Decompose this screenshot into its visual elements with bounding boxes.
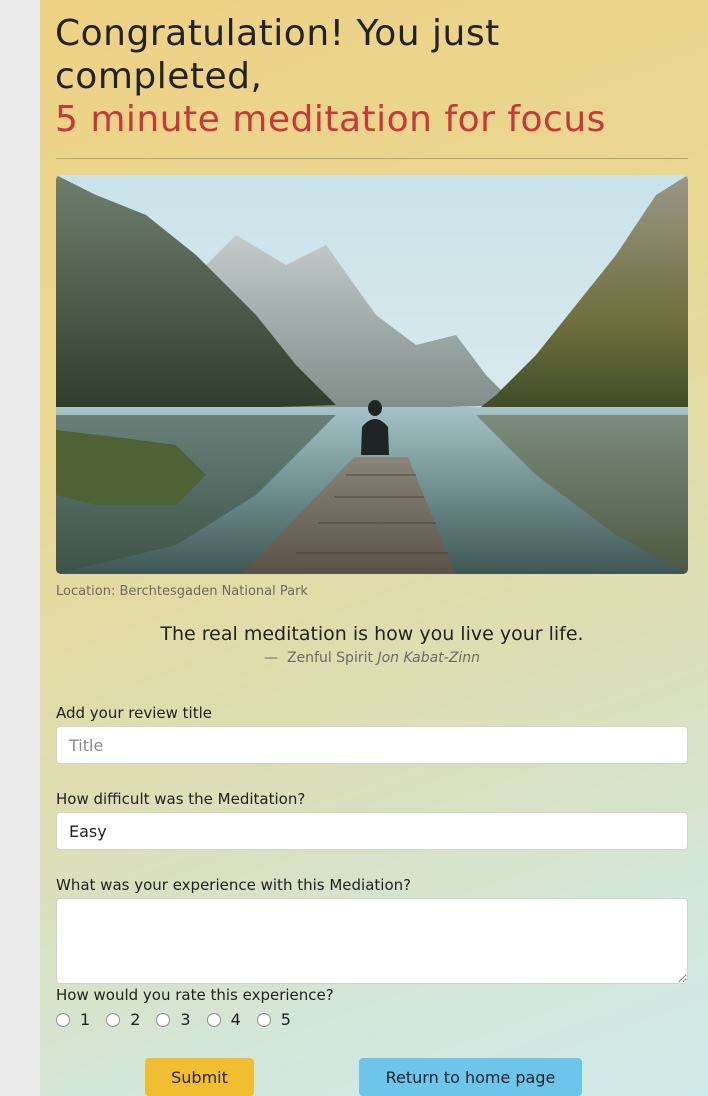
difficulty-input[interactable] — [56, 812, 688, 850]
rating-radio-2[interactable] — [106, 1012, 121, 1027]
meditation-name: 5 minute meditation for focus — [55, 99, 606, 140]
rating-option-5[interactable]: 5 — [256, 1010, 291, 1029]
quote-source: Zenful Spirit — [286, 650, 373, 666]
rating-option-1[interactable]: 1 — [56, 1010, 90, 1029]
review-title-label: Add your review title — [56, 704, 213, 722]
rating-radio-5[interactable] — [256, 1012, 271, 1027]
quote-dash: — — [264, 650, 279, 666]
rating-label: How would you rate this experience? — [56, 986, 334, 1004]
experience-textarea[interactable] — [56, 898, 688, 984]
quote-citation: — Zenful Spirit Jon Kabat-Zinn — [56, 650, 688, 666]
submit-button[interactable]: Submit — [145, 1058, 254, 1096]
meditation-photo — [56, 175, 688, 574]
rating-option-label: 3 — [180, 1010, 191, 1029]
rating-group: 1 2 3 4 5 — [56, 1010, 307, 1029]
difficulty-label: How difficult was the Meditation? — [56, 790, 306, 808]
rating-option-3[interactable]: 3 — [156, 1010, 191, 1029]
rating-option-4[interactable]: 4 — [206, 1010, 241, 1029]
title-line-1: Congratulation! You just — [55, 13, 500, 54]
quote-author: Jon Kabat-Zinn — [377, 650, 480, 666]
title-line-2: completed, — [55, 56, 263, 97]
rating-radio-1[interactable] — [56, 1012, 70, 1027]
rating-option-2[interactable]: 2 — [106, 1010, 140, 1029]
return-home-button[interactable]: Return to home page — [359, 1058, 582, 1096]
quote-block: The real meditation is how you live your… — [56, 622, 688, 666]
review-title-input[interactable] — [56, 726, 688, 764]
page-title: Congratulation! You just completed, 5 mi… — [55, 12, 695, 141]
rating-radio-3[interactable] — [156, 1012, 171, 1027]
meditation-complete-page: Congratulation! You just completed, 5 mi… — [40, 0, 708, 1096]
rating-option-label: 5 — [280, 1010, 291, 1029]
rating-radio-4[interactable] — [206, 1012, 221, 1027]
header-divider — [56, 158, 688, 159]
rating-option-label: 4 — [230, 1010, 241, 1029]
rating-option-label: 2 — [130, 1010, 141, 1029]
rating-option-label: 1 — [80, 1010, 91, 1029]
experience-label: What was your experience with this Media… — [56, 876, 412, 894]
photo-caption: Location: Berchtesgaden National Park — [56, 584, 308, 599]
quote-text: The real meditation is how you live your… — [160, 623, 584, 645]
